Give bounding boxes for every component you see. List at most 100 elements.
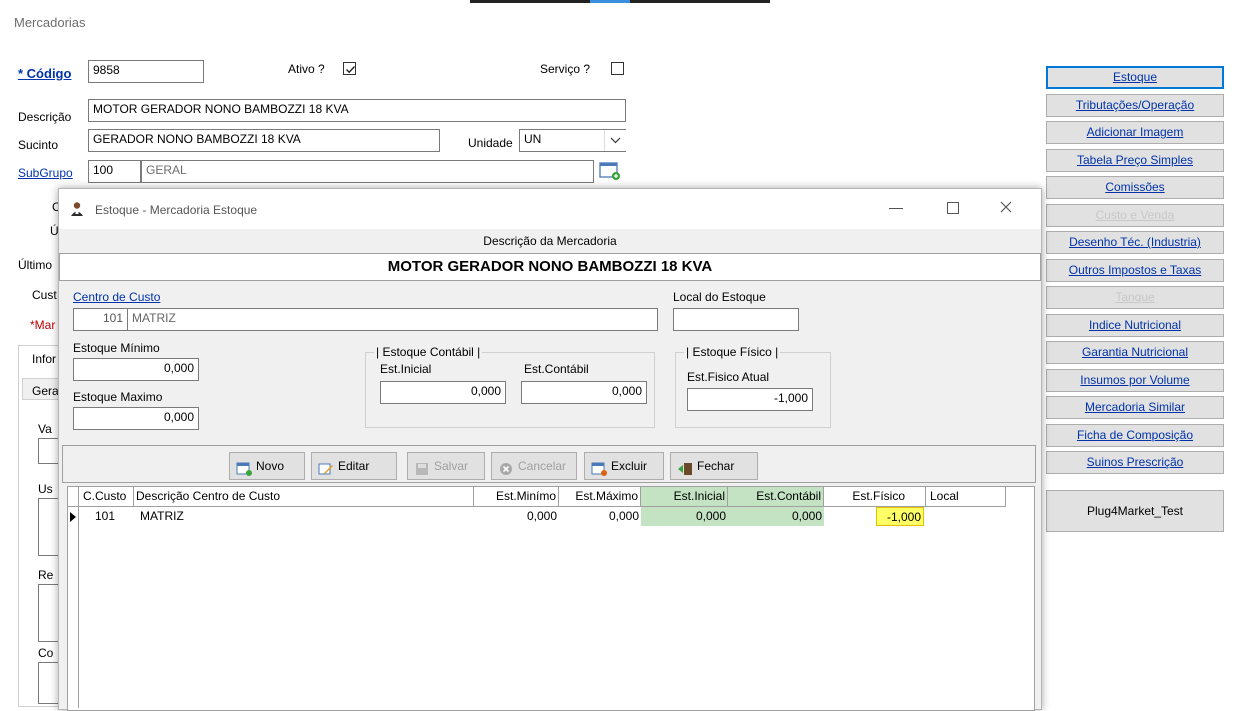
sucinto-input[interactable]: GERADOR NONO BAMBOZZI 18 KVA bbox=[88, 129, 440, 152]
side-button-tabela-preco-simples[interactable]: Tabela Preço Simples bbox=[1046, 148, 1224, 172]
local-estoque-input[interactable] bbox=[673, 308, 799, 331]
top-bar-dark-2 bbox=[630, 0, 770, 3]
excluir-label: Excluir bbox=[611, 459, 648, 473]
codigo-label[interactable]: * Código bbox=[18, 66, 71, 81]
side-button-indice-nutricional[interactable]: Indice Nutricional bbox=[1046, 313, 1224, 337]
est-inicial-input[interactable]: 0,000 bbox=[380, 381, 506, 404]
side-button-ficha-de-composicao[interactable]: Ficha de Composição bbox=[1046, 423, 1224, 447]
centro-custo-label[interactable]: Centro de Custo bbox=[73, 290, 160, 304]
cancel-icon bbox=[498, 459, 514, 475]
estoque-minimo-input[interactable]: 0,000 bbox=[73, 358, 199, 381]
salvar-button[interactable]: Salvar bbox=[407, 452, 485, 480]
partial-label-re: Re bbox=[38, 568, 54, 582]
plug4market-button[interactable]: Plug4Market_Test bbox=[1046, 490, 1224, 532]
side-button-insumos-por-volume[interactable]: Insumos por Volume bbox=[1046, 368, 1224, 392]
codigo-input[interactable]: 9858 bbox=[88, 60, 204, 83]
servico-checkbox[interactable] bbox=[611, 62, 624, 75]
tab-informacoes[interactable]: Infor bbox=[32, 352, 56, 366]
est-inicial-label: Est.Inicial bbox=[380, 362, 432, 376]
side-button-desenho-tec-industria[interactable]: Desenho Téc. (Industria) bbox=[1046, 231, 1224, 254]
side-button-tanque[interactable]: Tanque bbox=[1046, 286, 1224, 309]
fechar-label: Fechar bbox=[697, 459, 735, 473]
estoque-maximo-label: Estoque Maximo bbox=[73, 390, 163, 404]
tab-geral[interactable]: Gera bbox=[32, 384, 59, 398]
side-button-adicionar-imagem[interactable]: Adicionar Imagem bbox=[1046, 121, 1224, 144]
salvar-label: Salvar bbox=[434, 459, 469, 473]
centro-custo-grid[interactable]: C.Custo Descrição Centro de Custo Est.Mi… bbox=[67, 486, 1035, 711]
cell-local[interactable] bbox=[926, 507, 1006, 526]
side-button-mercadoria-similar[interactable]: Mercadoria Similar bbox=[1046, 396, 1224, 419]
cancelar-button[interactable]: Cancelar bbox=[491, 452, 577, 480]
minimize-icon[interactable] bbox=[889, 208, 903, 209]
partial-label-ultimo: Último bbox=[18, 258, 53, 272]
subgrupo-label[interactable]: SubGrupo bbox=[18, 166, 73, 180]
col-est-maximo[interactable]: Est.Máximo bbox=[559, 487, 641, 506]
centro-custo-code-input[interactable]: 101 bbox=[73, 308, 128, 331]
dialog-title: Estoque - Mercadoria Estoque bbox=[95, 203, 258, 217]
est-fisico-input[interactable]: -1,000 bbox=[687, 388, 813, 411]
est-contabil-label: Est.Contábil bbox=[524, 362, 589, 376]
col-est-fisico[interactable]: Est.Físico bbox=[824, 487, 926, 506]
side-button-estoque[interactable]: Estoque bbox=[1046, 66, 1224, 89]
cell-descricao[interactable]: MATRIZ bbox=[134, 507, 474, 526]
delete-icon bbox=[591, 459, 607, 476]
top-bar-blue bbox=[590, 0, 630, 3]
cell-est-inicial[interactable]: 0,000 bbox=[641, 507, 728, 526]
side-button-custo-e-venda[interactable]: Custo e Venda bbox=[1046, 203, 1224, 227]
maximize-icon[interactable] bbox=[947, 202, 959, 214]
cell-est-contabil[interactable]: 0,000 bbox=[728, 507, 824, 526]
editar-label: Editar bbox=[338, 459, 370, 473]
col-est-minimo[interactable]: Est.Minímo bbox=[474, 487, 559, 506]
side-button-comissoes[interactable]: Comissões bbox=[1046, 176, 1224, 199]
descricao-input[interactable]: MOTOR GERADOR NONO BAMBOZZI 18 KVA bbox=[88, 99, 626, 122]
col-local[interactable]: Local bbox=[926, 487, 1006, 506]
est-fisico-label: Est.Fisico Atual bbox=[687, 370, 770, 384]
excluir-button[interactable]: Excluir bbox=[584, 452, 664, 480]
new-document-icon bbox=[236, 459, 252, 476]
user-icon bbox=[69, 201, 85, 220]
servico-label: Serviço ? bbox=[540, 62, 591, 76]
side-button-outros-impostos-e-taxas[interactable]: Outros Impostos e Taxas bbox=[1046, 258, 1224, 282]
cancelar-label: Cancelar bbox=[518, 459, 567, 473]
novo-label: Novo bbox=[256, 459, 285, 473]
editar-button[interactable]: Editar bbox=[311, 452, 397, 480]
side-button-garantia-nutricional[interactable]: Garantia Nutricional bbox=[1046, 341, 1224, 364]
centro-custo-name-input: MATRIZ bbox=[127, 308, 658, 331]
close-icon[interactable] bbox=[999, 200, 1013, 217]
partial-label-custo: Cust bbox=[32, 288, 57, 302]
row-indicator-icon bbox=[69, 511, 77, 526]
side-button-tributacoes-operacao[interactable]: Tributações/Operação bbox=[1046, 93, 1224, 117]
estoque-dialog: Estoque - Mercadoria Estoque Descrição d… bbox=[58, 188, 1042, 711]
cell-ccusto[interactable]: 101 bbox=[79, 507, 134, 526]
check-icon bbox=[346, 66, 356, 74]
partial-label-co: Co bbox=[38, 646, 54, 660]
col-ccusto[interactable]: C.Custo bbox=[79, 487, 134, 506]
side-button-suinos-prescricao[interactable]: Suinos Prescrição bbox=[1046, 451, 1224, 474]
cell-est-fisico[interactable]: -1,000 bbox=[876, 507, 924, 526]
dialog-titlebar: Estoque - Mercadoria Estoque bbox=[59, 189, 1041, 229]
novo-button[interactable]: Novo bbox=[229, 452, 305, 480]
subgrupo-code-input[interactable]: 100 bbox=[88, 160, 141, 183]
unidade-value: UN bbox=[524, 132, 542, 146]
col-descricao[interactable]: Descrição Centro de Custo bbox=[134, 487, 474, 506]
local-estoque-label: Local do Estoque bbox=[673, 290, 766, 304]
cell-est-minimo[interactable]: 0,000 bbox=[474, 507, 559, 526]
subgrupo-lookup-icon[interactable] bbox=[598, 160, 622, 182]
partial-label-margem: *Mar bbox=[30, 318, 56, 332]
estoque-minimo-label: Estoque Mínimo bbox=[73, 341, 160, 355]
ativo-checkbox[interactable] bbox=[343, 62, 356, 75]
save-icon bbox=[414, 459, 430, 475]
col-est-contabil[interactable]: Est.Contábil bbox=[728, 487, 824, 506]
desc-value: MOTOR GERADOR NONO BAMBOZZI 18 KVA bbox=[59, 253, 1041, 281]
chevron-down-icon[interactable] bbox=[604, 130, 626, 151]
col-est-inicial[interactable]: Est.Inicial bbox=[641, 487, 728, 506]
desc-header: Descrição da Mercadoria bbox=[483, 234, 617, 248]
unidade-label: Unidade bbox=[468, 136, 513, 150]
cell-est-maximo[interactable]: 0,000 bbox=[559, 507, 641, 526]
estoque-maximo-input[interactable]: 0,000 bbox=[73, 407, 199, 430]
partial-label-us: Us bbox=[38, 482, 53, 496]
fechar-button[interactable]: Fechar bbox=[670, 452, 758, 480]
est-contabil-input[interactable]: 0,000 bbox=[521, 381, 647, 404]
descricao-label: Descrição bbox=[18, 110, 72, 124]
exit-door-icon bbox=[677, 459, 693, 475]
